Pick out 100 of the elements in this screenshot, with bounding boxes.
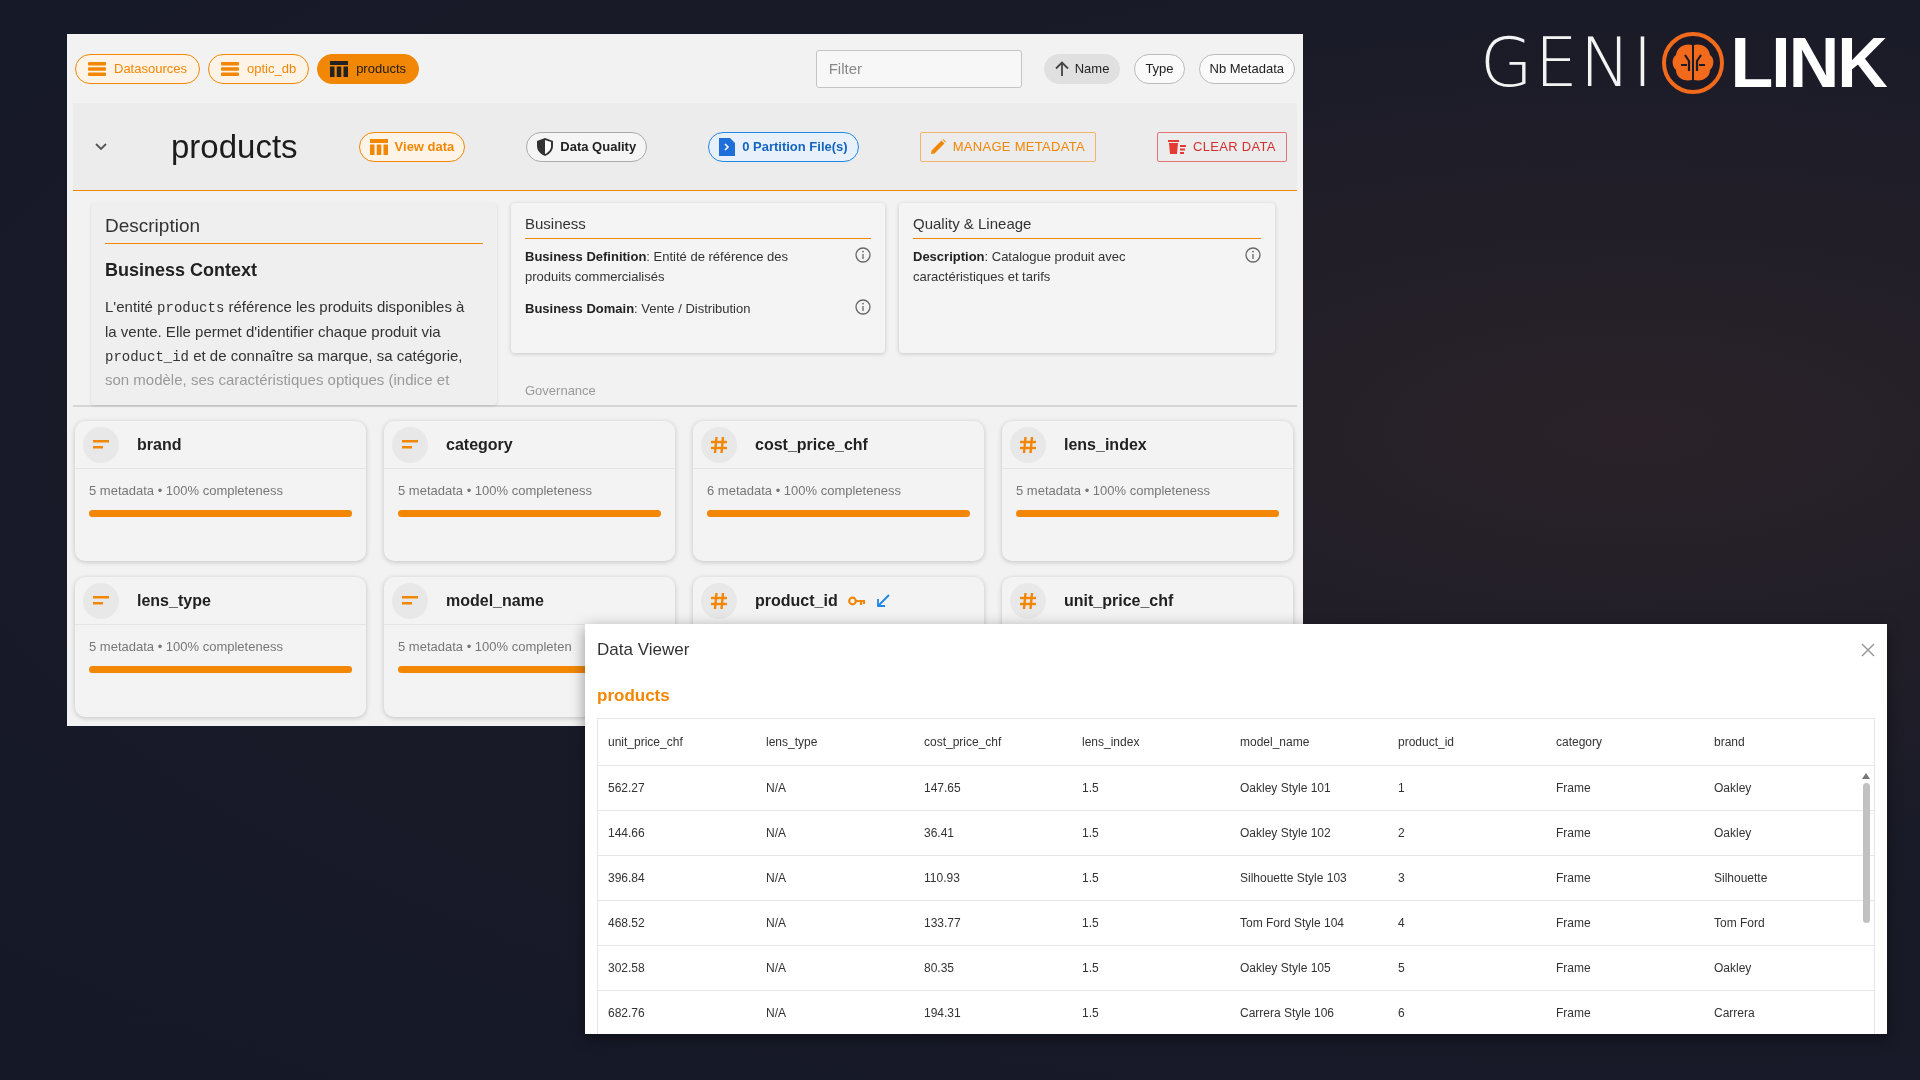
brain-logo-icon xyxy=(1660,31,1725,95)
table-cell-text: Tom Ford Style 104 xyxy=(1239,916,1346,930)
list-icon xyxy=(221,60,239,77)
table-cell-text: 2 xyxy=(1397,826,1406,840)
info-icon[interactable] xyxy=(855,247,871,263)
chevron-down-icon[interactable] xyxy=(95,142,107,151)
sort-chip[interactable]: Nb Metadata xyxy=(1198,53,1295,84)
completeness-text: 5 metadata • 100% completeness xyxy=(89,639,283,654)
table-name: products xyxy=(596,685,671,707)
table-icon xyxy=(369,138,388,155)
table-cell-text: Silhouette Style 103 xyxy=(1239,871,1348,885)
table-cell-text: 4 xyxy=(1397,916,1406,930)
info-icon[interactable] xyxy=(855,299,871,315)
column-header[interactable]: lens_index xyxy=(1072,735,1230,749)
sort-chip[interactable]: Type xyxy=(1134,53,1185,84)
table-cell-text: 36.41 xyxy=(923,826,956,840)
table-cell-text: 133.77 xyxy=(923,916,962,930)
text-lines-icon xyxy=(93,440,109,449)
column-header[interactable]: model_name xyxy=(1230,735,1388,749)
table-cell-text: Frame xyxy=(1555,961,1592,975)
clear-button[interactable]: CLEAR DATA xyxy=(1157,131,1287,162)
dialog-title: Data Viewer xyxy=(597,640,690,660)
file-icon xyxy=(719,137,736,156)
scrollbar-thumb[interactable] xyxy=(1862,783,1870,923)
completeness-text: 5 metadata • 100% completeness xyxy=(1016,483,1210,498)
field-text: Business Definition: Entité de référence des produits commercialisés xyxy=(525,248,789,286)
column-name: cost_price_chf xyxy=(755,435,868,454)
column-name: model_name xyxy=(446,591,544,610)
table-cell-text: 3 xyxy=(1397,871,1406,885)
table-cell-text: Frame xyxy=(1555,826,1592,840)
scroll-up-icon[interactable] xyxy=(1862,773,1870,779)
table-cell-text: N/A xyxy=(765,916,787,930)
completeness-text: 5 metadata • 100% completeness xyxy=(398,483,592,498)
column-header[interactable]: product_id xyxy=(1388,735,1546,749)
table-cell-text: Oakley xyxy=(1713,961,1753,975)
table-cell-text: Oakley Style 105 xyxy=(1239,961,1332,975)
table-cell-text: 562.27 xyxy=(607,781,646,795)
card-title: Business xyxy=(525,215,871,239)
table-cell-text: Oakley xyxy=(1713,826,1753,840)
column-name: lens_index xyxy=(1064,435,1147,454)
table-icon xyxy=(330,60,349,77)
table-cell-text: 194.31 xyxy=(923,1006,962,1020)
table-cell-text: 302.58 xyxy=(607,961,646,975)
faded-title: Governance xyxy=(524,383,597,398)
shield-icon xyxy=(537,137,554,156)
filter-field[interactable]: Filter xyxy=(815,49,1022,88)
completeness-text: 6 metadata • 100% completeness xyxy=(707,483,901,498)
hash-icon xyxy=(1020,436,1036,453)
table-cell-text: 468.52 xyxy=(607,916,646,930)
column-header[interactable]: unit_price_chf xyxy=(598,735,756,749)
field-text: Business Domain: Vente / Distribution xyxy=(525,300,751,318)
hash-icon xyxy=(711,592,727,609)
table-cell-text: 1.5 xyxy=(1081,916,1100,930)
info-icon[interactable] xyxy=(1245,247,1261,263)
trash-icon xyxy=(1168,139,1186,154)
table-cell-text: Oakley Style 102 xyxy=(1239,826,1332,840)
column-header[interactable]: cost_price_chf xyxy=(914,735,1072,749)
column-header[interactable]: category xyxy=(1546,735,1704,749)
breadcrumb-chip[interactable]: products xyxy=(317,53,419,84)
logo-text: LINK xyxy=(1730,28,1886,98)
completeness-text: 5 metadata • 100% completen xyxy=(398,639,572,654)
logo-text: GENI xyxy=(1480,29,1655,97)
table-cell-text: 144.66 xyxy=(607,826,646,840)
sort-chip[interactable]: Name xyxy=(1043,53,1121,84)
column-header[interactable]: brand xyxy=(1704,735,1862,749)
section-title: Description xyxy=(105,215,483,244)
column-name: category xyxy=(446,435,513,454)
partition-button[interactable]: 0 Partition File(s) xyxy=(708,131,859,162)
hash-icon xyxy=(1020,592,1036,609)
table-cell-text: Frame xyxy=(1555,871,1592,885)
text-lines-icon xyxy=(402,440,418,449)
table-cell-text: 682.76 xyxy=(607,1006,646,1020)
description-text: L'entité products référence les produits disponibles à la vente. Elle permet d'identifier chaque produit via product_id et de connaître sa marque, sa catégorie, xyxy=(105,297,466,367)
card-title: Quality & Lineage xyxy=(913,215,1261,239)
section-subtitle: Business Context xyxy=(105,260,259,281)
table-cell-text: 6 xyxy=(1397,1006,1406,1020)
column-name: lens_type xyxy=(137,591,211,610)
table-cell-text: 1.5 xyxy=(1081,961,1100,975)
column-name: product_id xyxy=(755,591,838,610)
table-cell-text: N/A xyxy=(765,871,787,885)
table-cell-text: N/A xyxy=(765,826,787,840)
close-icon[interactable] xyxy=(1861,643,1875,657)
table-cell-text: Frame xyxy=(1555,781,1592,795)
table-cell-text: Carrera Style 106 xyxy=(1239,1006,1336,1020)
table-cell-text: N/A xyxy=(765,961,787,975)
quality-button[interactable]: Data Quality xyxy=(526,131,648,162)
table-cell-text: 1 xyxy=(1397,781,1406,795)
table-cell-text: Oakley xyxy=(1713,781,1753,795)
column-name: brand xyxy=(137,435,182,454)
pencil-icon xyxy=(930,139,946,154)
column-header[interactable]: lens_type xyxy=(756,735,914,749)
table-cell-text: 1.5 xyxy=(1081,781,1100,795)
table-cell-text: 147.65 xyxy=(923,781,962,795)
text-lines-icon xyxy=(402,596,418,605)
table-cell-text: 1.5 xyxy=(1081,826,1100,840)
table-cell-text: 1.5 xyxy=(1081,1006,1100,1020)
table-cell-text: Frame xyxy=(1555,1006,1592,1020)
table-cell-text: N/A xyxy=(765,781,787,795)
completeness-text: 5 metadata • 100% completeness xyxy=(89,483,283,498)
table-cell-text: 1.5 xyxy=(1081,871,1100,885)
